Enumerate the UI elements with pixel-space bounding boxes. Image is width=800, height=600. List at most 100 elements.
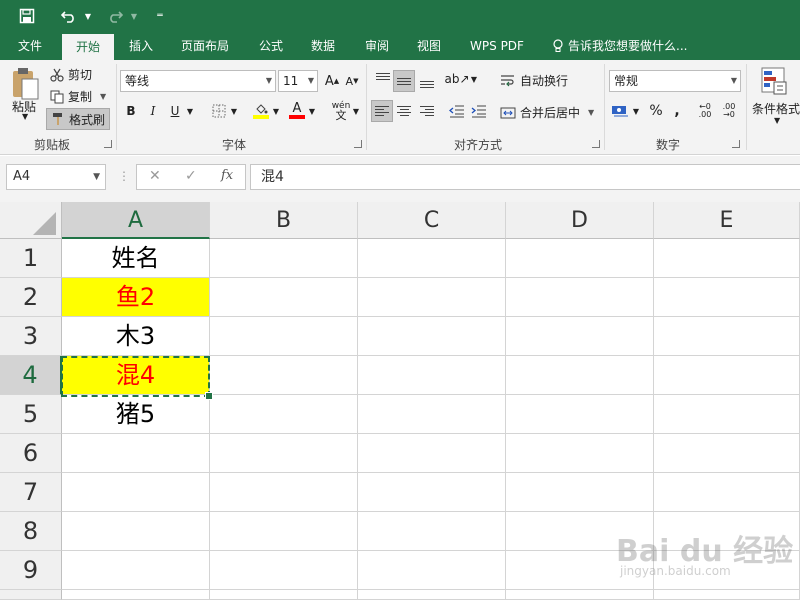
cell-c9[interactable] (358, 551, 506, 590)
number-format-combo[interactable]: 常规 ▼ (609, 70, 741, 92)
row-header-4[interactable]: 4 (0, 356, 62, 395)
cell-b9[interactable] (210, 551, 358, 590)
increase-font-icon[interactable]: A ▲ (321, 70, 343, 92)
cell-b10[interactable] (210, 590, 358, 600)
phonetic-button[interactable]: wén 文 (330, 100, 352, 122)
tab-view[interactable]: 视图 (408, 32, 450, 60)
row-header-9[interactable]: 9 (0, 551, 62, 590)
copy-dropdown-icon[interactable]: ▼ (100, 92, 106, 101)
cell-d7[interactable] (506, 473, 654, 512)
tab-file[interactable]: 文件 (8, 32, 52, 60)
fill-color-icon[interactable] (250, 100, 272, 122)
row-header-8[interactable]: 8 (0, 512, 62, 551)
cell-b2[interactable] (210, 278, 358, 317)
cell-c4[interactable] (358, 356, 506, 395)
accounting-dropdown-icon[interactable]: ▼ (630, 100, 642, 122)
cell-d6[interactable] (506, 434, 654, 473)
percent-button[interactable]: % (645, 100, 667, 122)
cell-c8[interactable] (358, 512, 506, 551)
customize-qat-icon[interactable]: ═ (152, 0, 168, 32)
column-header-a[interactable]: A (62, 202, 210, 239)
cell-e2[interactable] (654, 278, 800, 317)
align-left-icon[interactable] (371, 100, 393, 122)
name-box[interactable]: A4 ▼ (6, 164, 106, 190)
row-header-1[interactable]: 1 (0, 239, 62, 278)
tab-review[interactable]: 审阅 (356, 32, 398, 60)
cell-b3[interactable] (210, 317, 358, 356)
column-header-c[interactable]: C (358, 202, 506, 239)
alignment-launcher-icon[interactable] (592, 140, 600, 148)
row-header-5[interactable]: 5 (0, 395, 62, 434)
cell-b8[interactable] (210, 512, 358, 551)
cell-a2[interactable]: 鱼2 (62, 278, 210, 317)
row-header-6[interactable]: 6 (0, 434, 62, 473)
paste-icon[interactable] (10, 66, 42, 102)
font-color-icon[interactable]: A (286, 100, 308, 122)
cell-e3[interactable] (654, 317, 800, 356)
cell-d1[interactable] (506, 239, 654, 278)
cell-e5[interactable] (654, 395, 800, 434)
cell-b7[interactable] (210, 473, 358, 512)
cell-b6[interactable] (210, 434, 358, 473)
column-header-b[interactable]: B (210, 202, 358, 239)
number-launcher-icon[interactable] (732, 140, 740, 148)
undo-icon[interactable] (58, 0, 80, 32)
cell-a6[interactable] (62, 434, 210, 473)
comma-button[interactable]: , (666, 100, 688, 122)
align-center-icon[interactable] (393, 100, 415, 122)
cell-a7[interactable] (62, 473, 210, 512)
orientation-icon[interactable]: ab↗ (444, 68, 469, 90)
cell-c6[interactable] (358, 434, 506, 473)
font-name-combo[interactable]: 等线 ▼ (120, 70, 276, 92)
tab-home[interactable]: 开始 (62, 34, 114, 60)
bold-button[interactable]: B (120, 100, 142, 122)
align-middle-icon[interactable] (393, 70, 415, 92)
cell-a5[interactable]: 猪5 (62, 395, 210, 434)
wrap-text-button[interactable]: 自动换行 (500, 72, 568, 89)
cell-a4[interactable]: 混4 (62, 356, 210, 395)
cut-button[interactable]: 剪切 (50, 66, 92, 83)
conditional-format-icon[interactable] (760, 66, 788, 96)
undo-dropdown-icon[interactable]: ▼ (82, 0, 94, 32)
merge-dropdown-icon[interactable]: ▼ (588, 108, 594, 117)
cell-a8[interactable] (62, 512, 210, 551)
decrease-indent-icon[interactable] (446, 100, 468, 122)
cell-c7[interactable] (358, 473, 506, 512)
tell-me-box[interactable]: 告诉我您想要做什么... (552, 32, 687, 60)
row-header-7[interactable]: 7 (0, 473, 62, 512)
cell-e4[interactable] (654, 356, 800, 395)
cell-e7[interactable] (654, 473, 800, 512)
accounting-format-icon[interactable] (609, 100, 631, 122)
merge-center-button[interactable]: 合并后居中 ▼ (500, 104, 594, 121)
cell-b4[interactable] (210, 356, 358, 395)
cell-c2[interactable] (358, 278, 506, 317)
cell-a1[interactable]: 姓名 (62, 239, 210, 278)
cell-c5[interactable] (358, 395, 506, 434)
redo-dropdown-icon[interactable]: ▼ (128, 0, 140, 32)
tab-insert[interactable]: 插入 (120, 32, 162, 60)
borders-dropdown-icon[interactable]: ▼ (228, 100, 240, 122)
cancel-icon[interactable]: ✕ (149, 168, 161, 184)
decrease-font-icon[interactable]: A ▼ (341, 70, 363, 92)
row-header-2[interactable]: 2 (0, 278, 62, 317)
clipboard-launcher-icon[interactable] (104, 140, 112, 148)
phonetic-dropdown-icon[interactable]: ▼ (350, 100, 362, 122)
paste-dropdown-icon[interactable]: ▼ (22, 112, 28, 121)
cell-d4[interactable] (506, 356, 654, 395)
row-header-3[interactable]: 3 (0, 317, 62, 356)
enter-icon[interactable]: ✓ (185, 168, 197, 184)
cell-c3[interactable] (358, 317, 506, 356)
align-right-icon[interactable] (416, 100, 438, 122)
align-bottom-icon[interactable] (416, 70, 438, 92)
conditional-format-button[interactable]: 条件格式 (752, 100, 800, 117)
cell-e1[interactable] (654, 239, 800, 278)
tab-formulas[interactable]: 公式 (250, 32, 292, 60)
font-launcher-icon[interactable] (354, 140, 362, 148)
cell-d2[interactable] (506, 278, 654, 317)
decrease-decimal-icon[interactable]: .00 →0 (718, 100, 740, 122)
formula-input[interactable]: 混4 (250, 164, 800, 190)
tab-page-layout[interactable]: 页面布局 (172, 32, 238, 60)
cell-b5[interactable] (210, 395, 358, 434)
column-header-d[interactable]: D (506, 202, 654, 239)
row-header-10[interactable] (0, 590, 62, 600)
